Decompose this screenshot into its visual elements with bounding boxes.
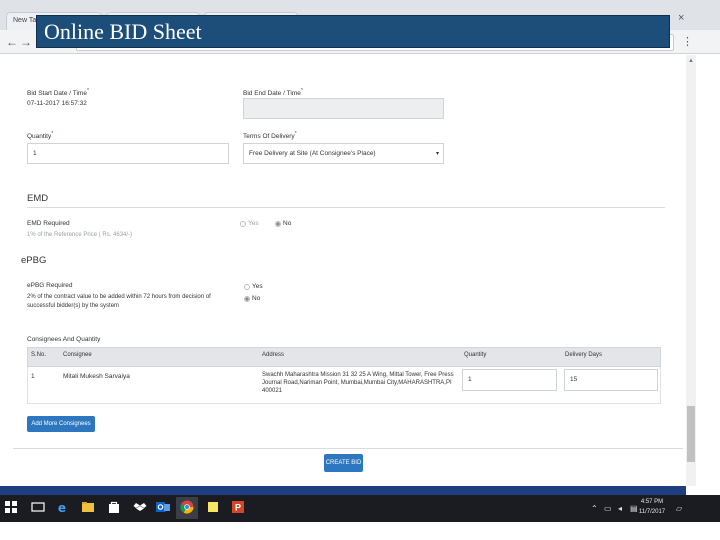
column-header-consignee: Consignee [63, 352, 92, 358]
add-consignee-button[interactable]: Add More Consignees [27, 416, 95, 432]
folder-glyph [82, 502, 94, 512]
chrome-icon[interactable] [179, 500, 195, 516]
emd-yes-label: Yes [248, 220, 259, 227]
sticky-notes-icon[interactable] [205, 500, 221, 516]
cell-address: Swachh Maharashtra Mission 31 32 25 A Wi… [262, 372, 454, 394]
powerpoint-glyph: P [232, 501, 244, 513]
column-header-delivery-days: Delivery Days [565, 352, 603, 358]
emd-no-radio[interactable] [275, 221, 281, 227]
note-glyph [208, 502, 218, 512]
outlook-icon[interactable] [155, 500, 171, 516]
dropbox-icon[interactable] [132, 500, 148, 516]
language-icon[interactable]: ▤ [630, 504, 638, 513]
page-footer-strip [0, 486, 686, 495]
forward-icon[interactable]: → [20, 35, 32, 49]
emd-no-label: No [283, 220, 292, 227]
clock-date[interactable]: 11/7/2017 [638, 509, 666, 515]
epbg-required-label: ePBG Required [27, 282, 73, 289]
epbg-section-title: ePBG [21, 255, 47, 266]
delivery-days-field[interactable]: 15 [564, 369, 658, 391]
task-view-glyph [31, 502, 45, 512]
column-header-address: Address [262, 352, 285, 358]
cell-sno: 1 [31, 373, 35, 380]
volume-icon[interactable]: ◂ [618, 504, 622, 513]
epbg-note-line1: 2% of the contract value to be added wit… [27, 294, 211, 300]
column-header-quantity: Quantity [464, 352, 487, 358]
column-header-sno: S.No. [31, 352, 47, 358]
bag-glyph [109, 501, 119, 513]
page-title: Online BID Sheet [44, 19, 202, 44]
back-icon[interactable]: ← [6, 35, 18, 49]
notifications-icon[interactable]: ▱ [676, 504, 682, 513]
divider [27, 207, 665, 208]
clock-time[interactable]: 4:57 PM [638, 499, 666, 505]
task-view-icon[interactable] [30, 500, 46, 516]
window-close-icon[interactable]: × [678, 12, 684, 24]
epbg-no-radio[interactable] [244, 296, 250, 302]
emd-note: 1% of the Reference Price ( Rs. 4634/-) [27, 232, 133, 238]
quantity-label: Quantity* [27, 131, 54, 141]
epbg-no-label: No [252, 295, 261, 302]
svg-text:P: P [235, 503, 241, 513]
scroll-up-icon[interactable]: ▲ [688, 58, 694, 64]
store-icon[interactable] [106, 500, 122, 516]
browser-menu-icon[interactable]: ⋮ [682, 35, 693, 48]
powerpoint-icon[interactable]: P [230, 500, 246, 516]
terms-select[interactable]: Free Delivery at Site (At Consignee's Pl… [243, 143, 444, 164]
epbg-yes-label: Yes [252, 283, 263, 290]
bid-start-label: Bid Start Date / Time* [27, 88, 90, 98]
chrome-glyph [180, 500, 194, 514]
chevron-down-icon: ▾ [436, 151, 440, 157]
page-margin [0, 522, 720, 540]
quantity-field[interactable]: 1 [27, 143, 229, 164]
bid-end-label: Bid End Date / Time* [243, 88, 303, 98]
cell-consignee: Mitali Mukesh Sarvaiya [63, 373, 130, 380]
edge-icon[interactable]: e [54, 500, 70, 516]
epbg-note-line2: successful bidder(s) by the system [27, 303, 120, 309]
emd-required-label: EMD Required [27, 220, 70, 227]
terms-label: Terms Of Delivery* [243, 131, 297, 141]
consignee-quantity-field[interactable]: 1 [462, 369, 557, 391]
epbg-yes-radio[interactable] [244, 284, 250, 290]
emd-section-title: EMD [27, 193, 49, 204]
windows-icon[interactable] [3, 500, 19, 516]
file-explorer-icon[interactable] [80, 500, 96, 516]
bid-end-field[interactable] [243, 98, 444, 119]
scrollbar-thumb[interactable] [687, 406, 695, 462]
windows-logo [5, 501, 17, 513]
consignees-title: Consignees And Quantity [27, 336, 101, 343]
box-glyph [133, 503, 147, 511]
network-icon[interactable]: ▭ [604, 504, 612, 513]
divider [13, 448, 683, 449]
outlook-glyph [156, 502, 170, 512]
create-bid-button[interactable]: CREATE BID [324, 454, 363, 472]
tray-chevron-up-icon[interactable]: ⌃ [591, 504, 598, 513]
emd-yes-radio[interactable] [240, 221, 246, 227]
bid-start-value: 07-11-2017 16:57:32 [27, 100, 87, 107]
